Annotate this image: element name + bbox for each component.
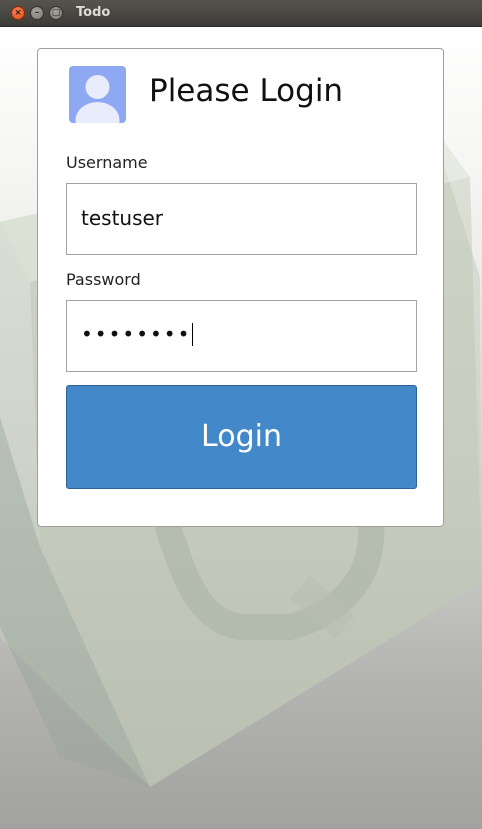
app-window: × – □ Todo Please Login Username testuse… <box>0 0 482 829</box>
password-label: Password <box>66 270 141 289</box>
login-card: Please Login Username testuser Password … <box>37 48 444 527</box>
password-field[interactable]: •••••••• <box>66 300 417 372</box>
window-maximize-button[interactable]: □ <box>49 6 63 20</box>
username-label: Username <box>66 153 148 172</box>
password-value: •••••••• <box>81 322 194 346</box>
username-value: testuser <box>81 206 164 230</box>
page-title: Please Login <box>149 73 344 109</box>
text-cursor <box>192 323 194 346</box>
window-title: Todo <box>76 5 111 20</box>
window-minimize-button[interactable]: – <box>30 6 44 20</box>
login-button[interactable]: Login <box>66 385 417 489</box>
username-field[interactable]: testuser <box>66 183 417 255</box>
title-bar: × – □ Todo <box>0 0 482 27</box>
user-icon <box>69 66 126 123</box>
window-close-button[interactable]: × <box>11 6 25 20</box>
